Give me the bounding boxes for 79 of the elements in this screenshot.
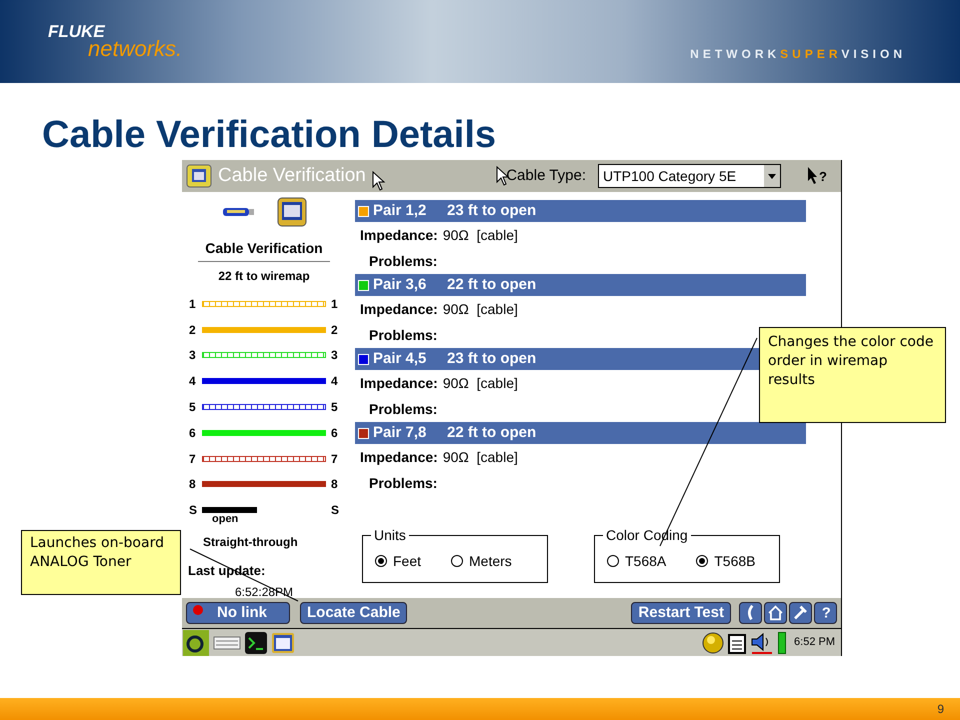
pair-name: Pair 3,6 bbox=[373, 274, 428, 295]
pin-number: 6 bbox=[189, 424, 197, 442]
pin-number: S bbox=[189, 502, 197, 520]
impedance-label: Impedance: bbox=[360, 448, 438, 467]
impedance-label: Impedance: bbox=[360, 226, 438, 245]
radio-label: Meters bbox=[469, 552, 512, 570]
pin-number: 8 bbox=[331, 476, 339, 494]
wiremap-summary: 22 ft to wiremap bbox=[218, 268, 310, 285]
app-window-icon[interactable] bbox=[271, 632, 295, 654]
problems-label: Problems: bbox=[369, 400, 438, 418]
radio-label: T568B bbox=[714, 552, 756, 570]
cable-type-dropdown[interactable]: UTP100 Category 5E bbox=[598, 164, 781, 188]
pin-number: 7 bbox=[189, 450, 197, 468]
page-number: 9 bbox=[937, 701, 944, 718]
problems-label: Problems: bbox=[369, 252, 438, 270]
logo-text: FLUKE bbox=[48, 23, 105, 40]
pin-number: 1 bbox=[331, 296, 339, 313]
home-icon[interactable] bbox=[764, 602, 787, 624]
panel-heading: Cable Verification bbox=[198, 238, 330, 262]
pair-result: 22 ft to open bbox=[447, 274, 536, 295]
pin-number: 5 bbox=[189, 399, 197, 416]
slide-title: Cable Verification Details bbox=[42, 113, 498, 158]
pair-result: 23 ft to open bbox=[447, 200, 536, 221]
bulb-icon[interactable] bbox=[702, 632, 724, 654]
battery-icon bbox=[778, 632, 786, 654]
callout-note: Changes the color code order in wiremap results bbox=[759, 327, 946, 423]
impedance-value: 90Ω [cable] bbox=[442, 448, 518, 467]
wiring-type: Straight-through bbox=[203, 534, 298, 552]
clipboard-icon[interactable] bbox=[728, 632, 746, 654]
pair-result: 22 ft to open bbox=[447, 422, 536, 443]
cable-type-label: Cable Type: bbox=[506, 166, 586, 186]
callout-note: Launches on-board ANALOG Toner bbox=[21, 530, 181, 595]
radio-button[interactable] bbox=[451, 555, 464, 567]
radio-label: Feet bbox=[393, 552, 422, 570]
impedance-label: Impedance: bbox=[360, 300, 438, 319]
window-title: Cable Verification bbox=[218, 164, 366, 188]
radio-button[interactable] bbox=[375, 555, 387, 567]
wire-note: open bbox=[212, 513, 240, 526]
pin-number: 2 bbox=[331, 322, 339, 339]
radio-button[interactable] bbox=[696, 555, 708, 567]
impedance-value: 90Ω [cable] bbox=[442, 374, 518, 393]
window-icon bbox=[186, 164, 212, 188]
speaker-icon[interactable] bbox=[750, 632, 774, 654]
impedance-label: Impedance: bbox=[360, 374, 438, 393]
pin-number: 7 bbox=[331, 450, 339, 468]
restart-test-button[interactable]: Restart Test bbox=[631, 602, 731, 624]
keyboard-icon[interactable] bbox=[213, 636, 241, 650]
pin-number: 4 bbox=[189, 373, 197, 390]
pair-name: Pair 7,8 bbox=[373, 422, 428, 443]
pin-number: 3 bbox=[189, 347, 197, 364]
pair-result: 23 ft to open bbox=[447, 348, 536, 369]
pin-number: 8 bbox=[189, 476, 197, 494]
pin-number: 1 bbox=[189, 296, 197, 313]
pin-number: 2 bbox=[189, 322, 197, 339]
pin-number: S bbox=[331, 502, 339, 520]
pair-name: Pair 4,5 bbox=[373, 348, 428, 369]
no-link-button[interactable]: No link bbox=[186, 602, 290, 624]
locate-cable-button[interactable]: Locate Cable bbox=[300, 602, 408, 624]
radio-label: T568A bbox=[625, 552, 666, 570]
cable-plug-icon bbox=[221, 206, 255, 218]
start-icon[interactable] bbox=[183, 630, 209, 656]
pin-number: 6 bbox=[331, 424, 339, 442]
impedance-value: 90Ω [cable] bbox=[442, 300, 518, 319]
hammer-icon[interactable] bbox=[789, 602, 812, 624]
tester-icon bbox=[277, 197, 307, 227]
impedance-value: 90Ω [cable] bbox=[442, 226, 518, 245]
pin-number: 5 bbox=[331, 399, 339, 416]
terminal-icon[interactable] bbox=[245, 632, 267, 654]
problems-label: Problems: bbox=[369, 474, 438, 492]
problems-label: Problems: bbox=[369, 326, 438, 344]
help-icon[interactable]: ? bbox=[814, 602, 837, 624]
pin-number: 3 bbox=[331, 347, 339, 364]
cursor-icon bbox=[372, 171, 386, 191]
pin-number: 4 bbox=[331, 373, 339, 390]
pair-name: Pair 1,2 bbox=[373, 200, 428, 221]
taskbar-clock: 6:52 PM bbox=[794, 635, 835, 650]
logo-text: networks. bbox=[88, 38, 182, 60]
radio-button[interactable] bbox=[607, 555, 619, 567]
tagline: NETWORK SUPER VISION bbox=[690, 46, 906, 62]
